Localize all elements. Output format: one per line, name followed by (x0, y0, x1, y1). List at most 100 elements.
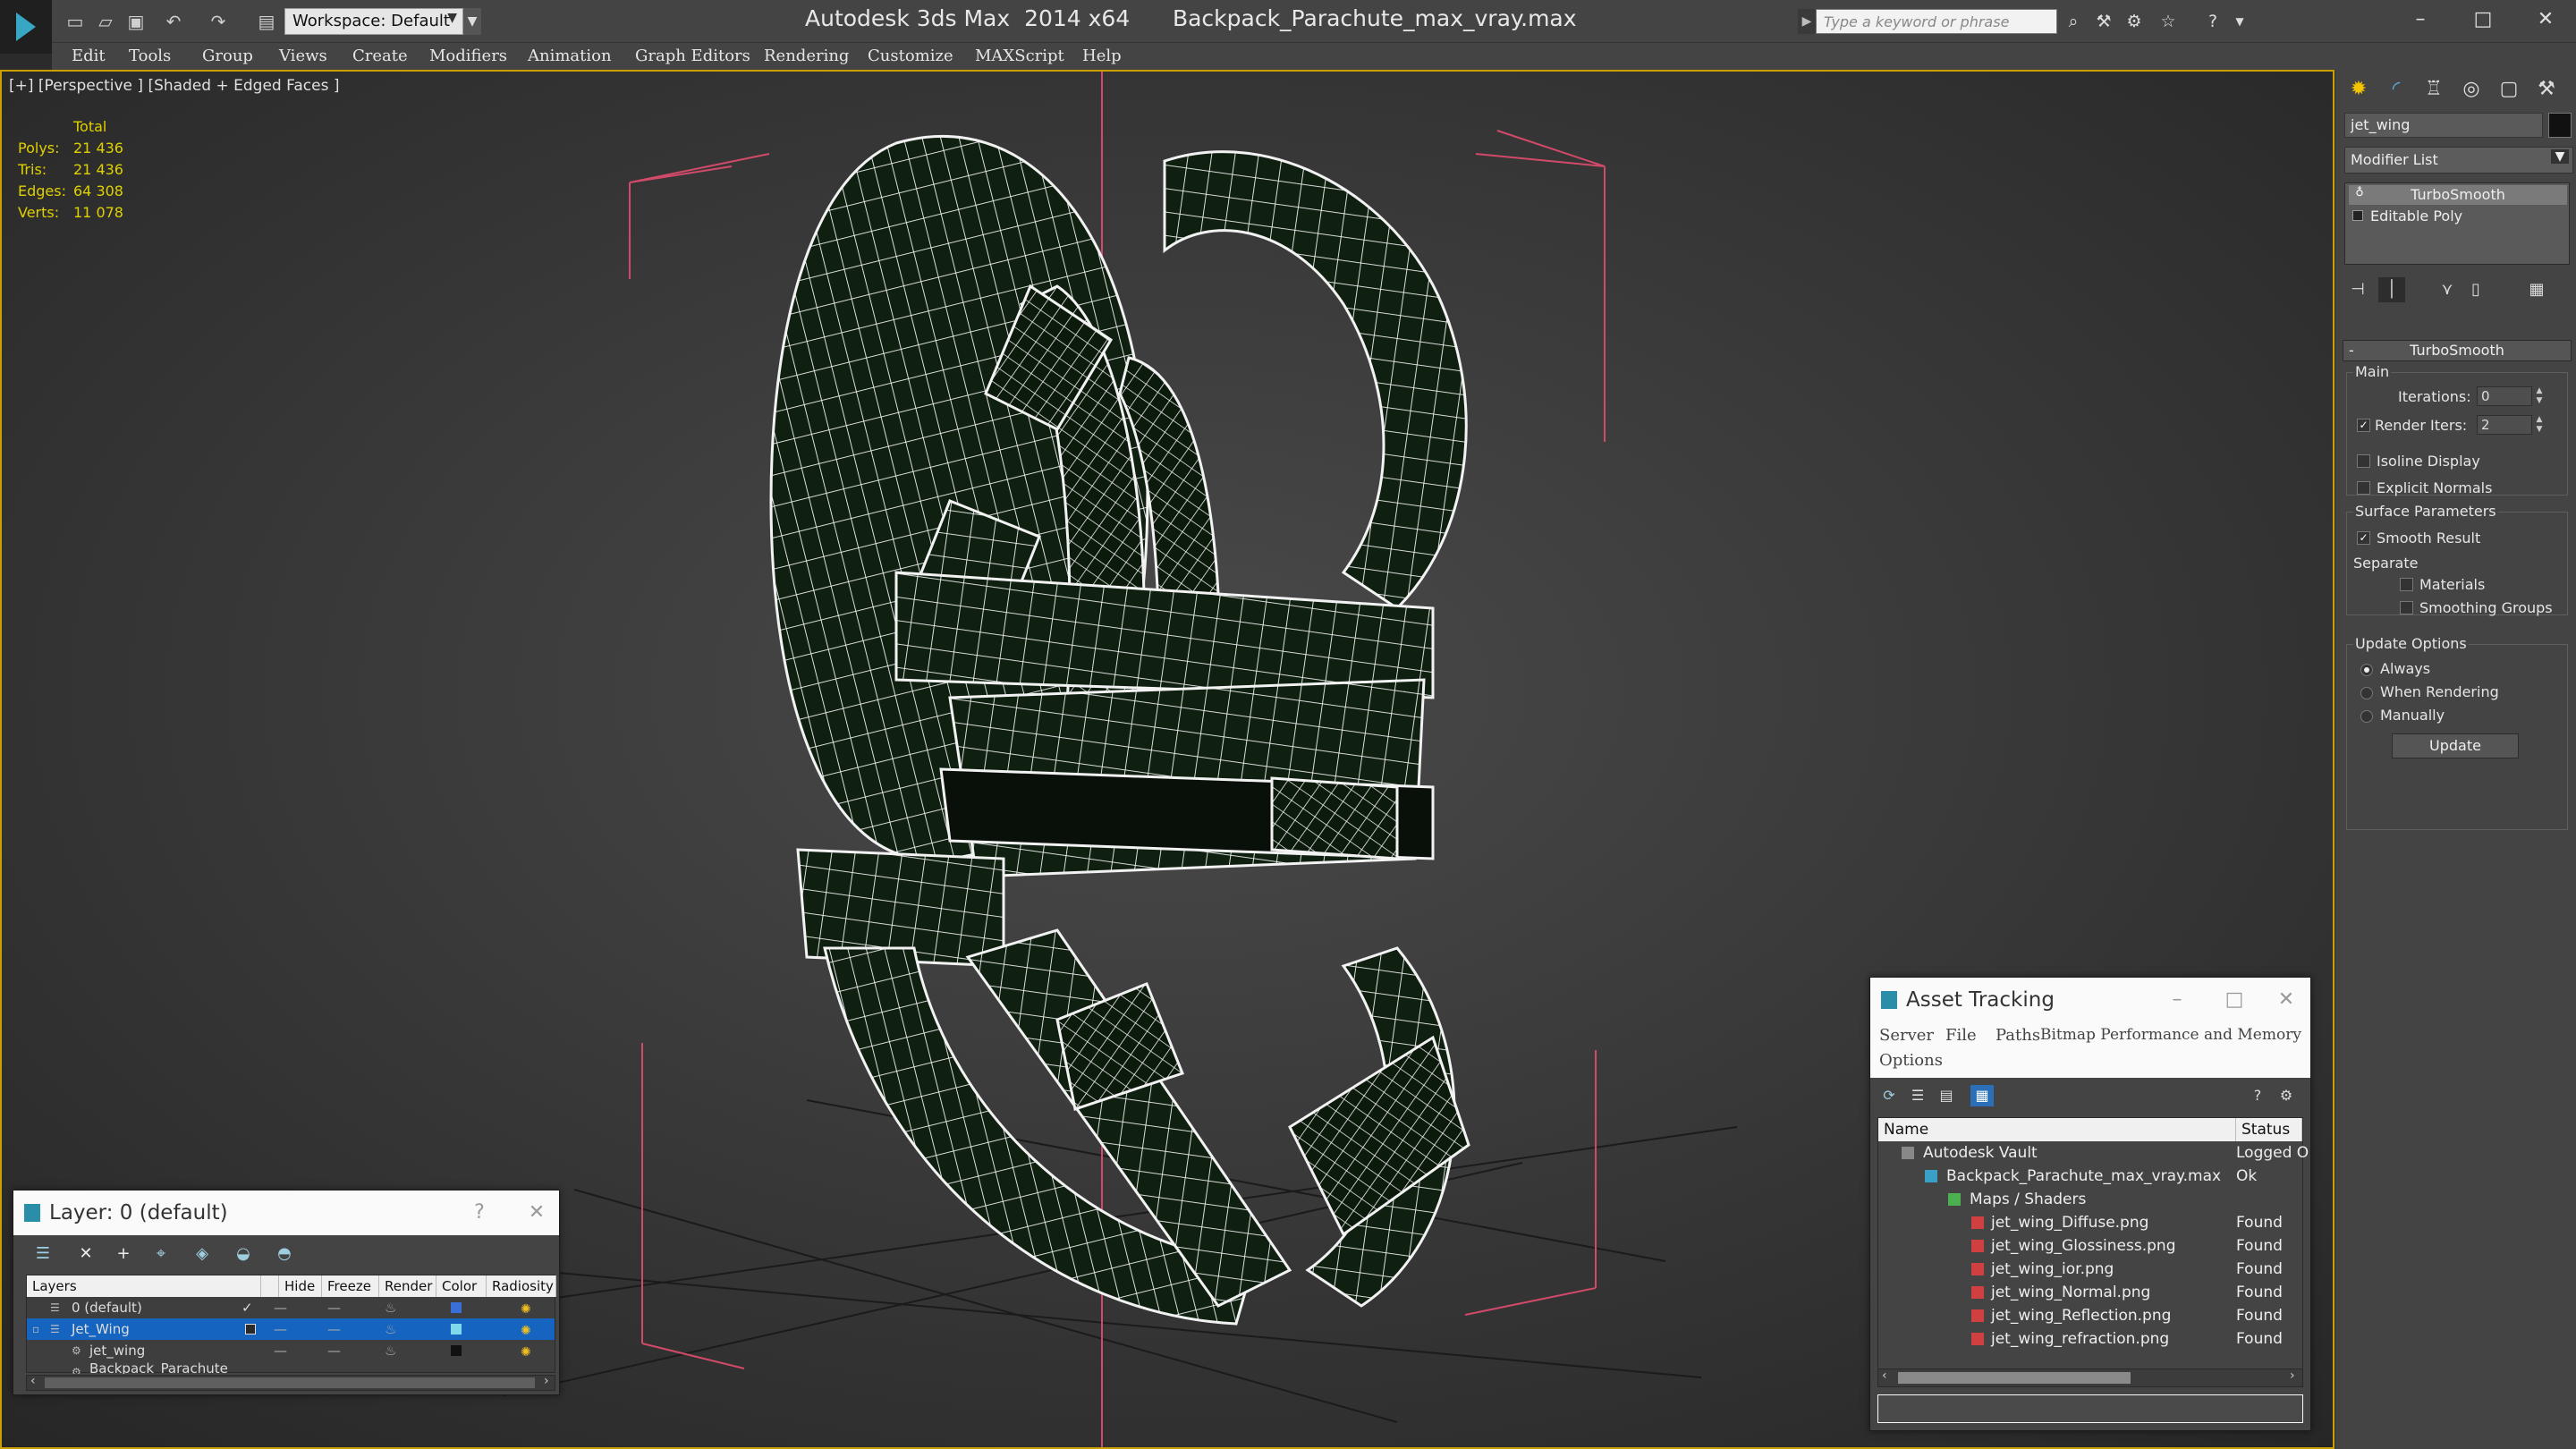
asset-row[interactable]: jet_wing_Reflection.png Found (1878, 1304, 2302, 1327)
detail-view-icon[interactable]: ▤ (1935, 1085, 1958, 1106)
asset-close-button[interactable]: ✕ (2264, 978, 2309, 1022)
asset-row[interactable]: Autodesk Vault Logged O (1878, 1141, 2309, 1165)
project-folder-icon[interactable]: ▤ (254, 9, 279, 34)
menu-create[interactable]: Create (352, 43, 408, 70)
table-view-icon[interactable]: ▦ (1970, 1085, 1994, 1106)
iterations-spinner-arrows[interactable]: ▲ ▼ (2534, 386, 2545, 406)
object-color-swatch[interactable] (2548, 113, 2572, 138)
asset-row[interactable]: jet_wing_Glossiness.png Found (1878, 1234, 2302, 1258)
radiosity-icon[interactable]: ✺ (521, 1320, 531, 1342)
freeze-toggle[interactable]: — (327, 1340, 341, 1361)
menu-views[interactable]: Views (279, 43, 327, 70)
show-end-result-icon[interactable]: │ (2378, 277, 2405, 302)
smoothing-groups-checkbox[interactable] (2400, 601, 2413, 614)
explicit-normals-checkbox[interactable] (2357, 481, 2370, 495)
pin-stack-icon[interactable]: ⊣ (2344, 277, 2371, 302)
menu-rendering[interactable]: Rendering (764, 43, 849, 70)
isoline-display-checkbox[interactable] (2357, 454, 2370, 468)
col-freeze[interactable]: Freeze (322, 1275, 379, 1297)
asset-menu-options[interactable]: Options (1879, 1051, 1943, 1070)
asset-menu-paths[interactable]: Paths (1996, 1026, 2040, 1045)
menu-help[interactable]: Help (1082, 43, 1122, 70)
asset-row[interactable]: jet_wing_Diffuse.png Found (1878, 1211, 2302, 1234)
rollout-header[interactable]: - TurboSmooth (2343, 340, 2572, 361)
asset-row[interactable]: jet_wing_refraction.png Found (1878, 1327, 2302, 1351)
render-iters-spinner[interactable]: 2 (2477, 415, 2532, 435)
favorites-star-icon[interactable]: ☆ (2156, 9, 2181, 34)
display-tab-icon[interactable]: ▢ (2491, 73, 2527, 106)
scroll-left-icon[interactable]: ‹ (30, 1374, 36, 1388)
col-status[interactable]: Status (2236, 1118, 2302, 1141)
when-rendering-radio[interactable] (2360, 687, 2373, 699)
maximize-button[interactable]: □ (2456, 4, 2510, 36)
col-color[interactable]: Color (436, 1275, 487, 1297)
freeze-all-icon[interactable]: ◓ (273, 1242, 296, 1266)
menu-maxscript[interactable]: MAXScript (975, 43, 1064, 70)
subscription-icon[interactable]: ⚙ (2122, 9, 2147, 34)
add-to-layer-icon[interactable]: + (112, 1242, 135, 1266)
remove-modifier-icon[interactable]: ▯ (2462, 277, 2489, 302)
scroll-right-icon[interactable]: › (2290, 1368, 2295, 1383)
menu-customize[interactable]: Customize (868, 43, 953, 70)
communication-center-icon[interactable]: ⚒ (2091, 9, 2116, 34)
redo-icon[interactable]: ↷ (206, 9, 231, 34)
menu-tools[interactable]: Tools (129, 43, 171, 70)
scroll-right-icon[interactable]: › (544, 1374, 549, 1388)
render-teapot-icon[interactable]: ♨ (385, 1318, 396, 1340)
update-button[interactable]: Update (2392, 733, 2519, 758)
asset-menu-server[interactable]: Server (1879, 1026, 1934, 1045)
col-radiosity[interactable]: Radiosity (487, 1275, 556, 1297)
asset-horizontal-scrollbar[interactable]: ‹ › (1878, 1368, 2302, 1386)
render-iters-spinner-arrows[interactable]: ▲ ▼ (2534, 415, 2545, 435)
current-layer-box[interactable] (245, 1324, 256, 1335)
layer-row[interactable]: ⚙ jet_wing — — ♨ ✺ (27, 1340, 555, 1361)
render-iters-checkbox[interactable]: ✓ (2357, 419, 2370, 432)
menu-animation[interactable]: Animation (528, 43, 612, 70)
help-dropdown-icon[interactable]: ▼ (2227, 9, 2252, 34)
utilities-tab-icon[interactable]: ⚒ (2529, 73, 2564, 106)
help-icon[interactable]: ? (2200, 9, 2225, 34)
menu-modifiers[interactable]: Modifiers (429, 43, 507, 70)
minimize-button[interactable]: – (2394, 4, 2447, 36)
binoculars-icon[interactable]: ⌕ (2061, 9, 2086, 34)
customize-toolbar-icon[interactable]: ▼ (463, 8, 481, 35)
select-objects-icon[interactable]: ⌖ (149, 1242, 173, 1266)
search-expand-icon[interactable]: ▶ (1798, 9, 1816, 34)
make-unique-icon[interactable]: ⋎ (2434, 277, 2461, 302)
freeze-toggle[interactable]: — (327, 1297, 341, 1318)
asset-help-icon[interactable]: ? (2246, 1085, 2269, 1106)
materials-checkbox[interactable] (2400, 578, 2413, 591)
app-menu-button[interactable] (0, 0, 52, 54)
radiosity-icon[interactable]: ✺ (521, 1299, 531, 1320)
layer-row[interactable]: ⚙ Backpack_Parachute (27, 1361, 555, 1374)
iterations-spinner[interactable]: 0 (2477, 386, 2532, 406)
highlight-selected-icon[interactable]: ◈ (191, 1242, 214, 1266)
refresh-icon[interactable]: ⟳ (1877, 1085, 1901, 1106)
asset-menu-file[interactable]: File (1945, 1026, 1977, 1045)
col-render[interactable]: Render (379, 1275, 436, 1297)
layer-color-swatch[interactable] (451, 1302, 462, 1313)
new-file-icon[interactable]: ▭ (63, 9, 88, 34)
delete-layer-icon[interactable]: ✕ (74, 1242, 97, 1266)
create-tab-icon[interactable]: ✹ (2341, 73, 2377, 106)
list-view-icon[interactable]: ☰ (1906, 1085, 1929, 1106)
workspace-dropdown[interactable]: Workspace: Default ▼ (284, 8, 463, 35)
smooth-result-checkbox[interactable]: ✓ (2357, 531, 2370, 545)
expand-icon[interactable] (2352, 210, 2363, 221)
scrollbar-thumb[interactable] (1898, 1372, 2131, 1384)
hierarchy-tab-icon[interactable]: ♖ (2416, 73, 2452, 106)
col-name[interactable]: Name (1878, 1118, 2236, 1141)
asset-maximize-button[interactable]: □ (2212, 978, 2257, 1022)
menu-edit[interactable]: Edit (72, 43, 106, 70)
modifier-list-dropdown[interactable]: Modifier List ▼ (2344, 147, 2573, 174)
layers-icon[interactable]: ☰ (31, 1242, 55, 1266)
open-file-icon[interactable]: ▱ (93, 9, 118, 34)
asset-path-field[interactable] (1877, 1394, 2303, 1423)
hide-toggle[interactable]: — (274, 1297, 287, 1318)
stack-item-editable-poly[interactable]: Editable Poly (2349, 207, 2567, 226)
object-name-field[interactable]: jet_wing (2344, 113, 2543, 138)
radiosity-icon[interactable]: ✺ (521, 1342, 531, 1363)
always-radio[interactable] (2360, 664, 2373, 676)
asset-row[interactable]: jet_wing_ior.png Found (1878, 1258, 2302, 1281)
viewport-label-menu[interactable]: [+] [Perspective ] [Shaded + Edged Faces… (9, 77, 339, 95)
